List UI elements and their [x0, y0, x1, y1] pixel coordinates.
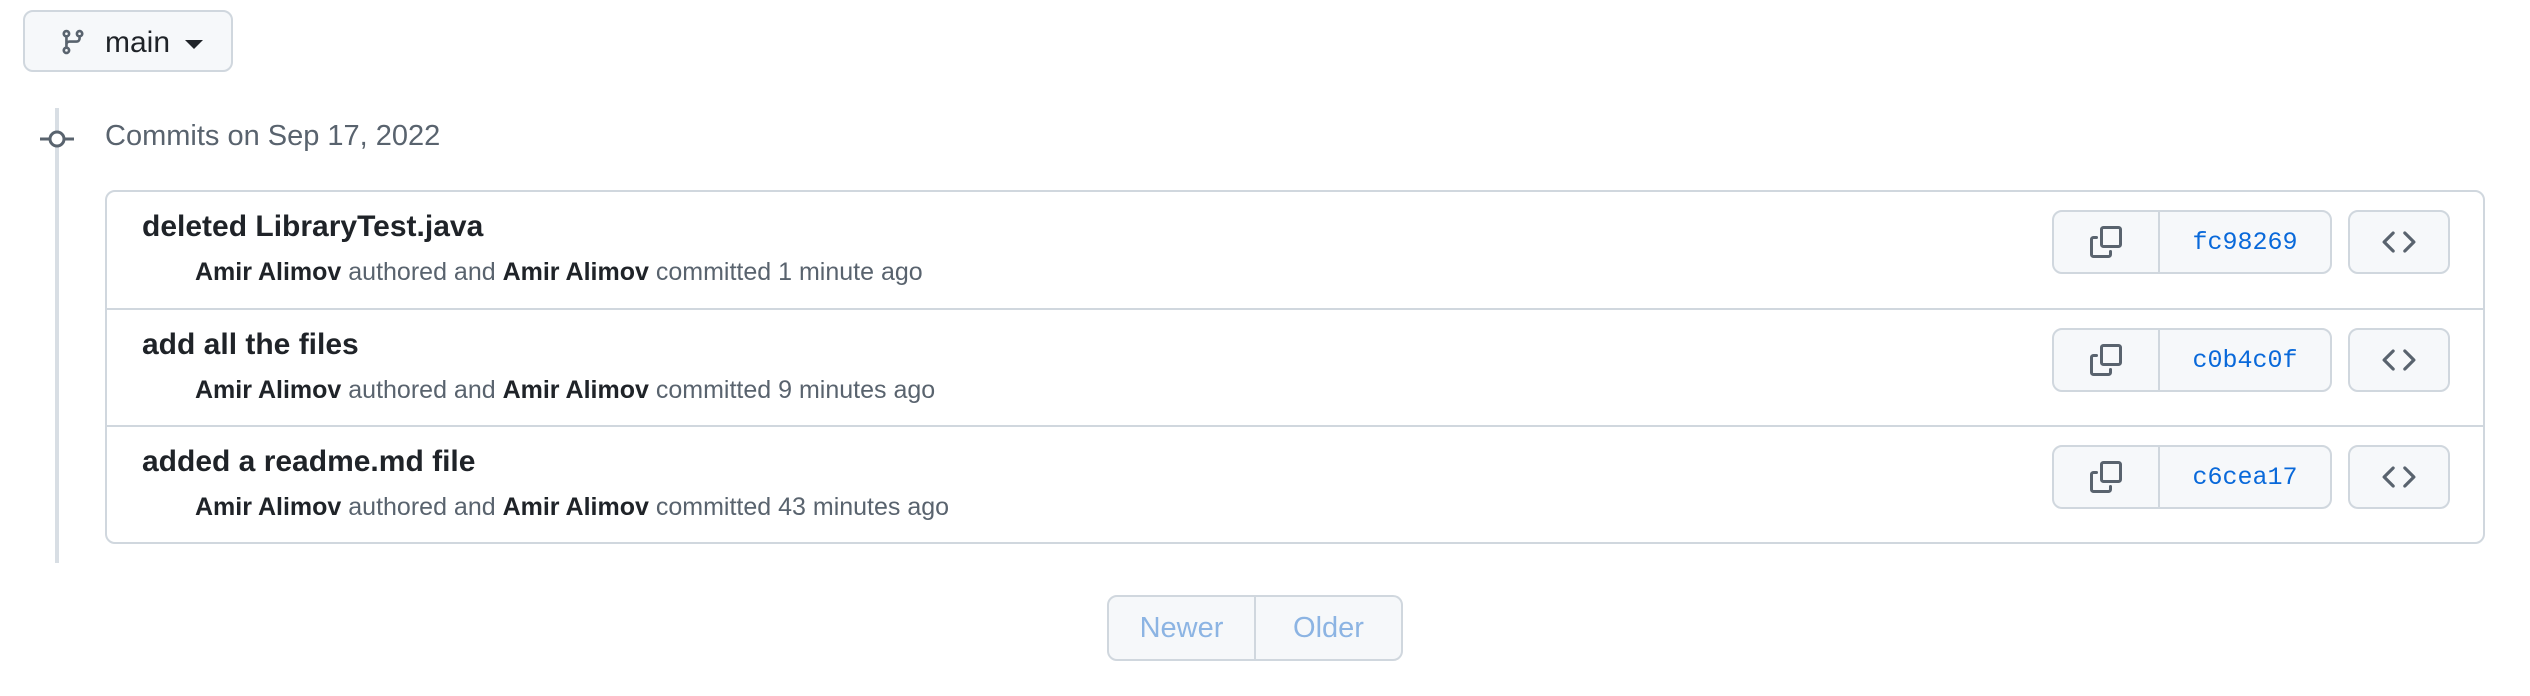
authored-text: authored and	[341, 258, 503, 286]
commit-sha-link[interactable]: fc98269	[2160, 212, 2330, 272]
commit-row: deleted LibraryTest.java Amir Alimov aut…	[107, 192, 2483, 309]
commit-meta: Amir Alimov authored and Amir Alimov com…	[195, 258, 923, 287]
code-icon	[2382, 231, 2416, 253]
commit-title-link[interactable]: add all the files	[142, 328, 359, 362]
authored-text: authored and	[341, 493, 503, 521]
committer-link[interactable]: Amir Alimov	[503, 376, 649, 404]
copy-icon	[2090, 344, 2122, 376]
newer-button[interactable]: Newer	[1109, 597, 1256, 659]
older-button[interactable]: Older	[1256, 597, 1401, 659]
commit-group-heading: Commits on Sep 17, 2022	[105, 120, 441, 152]
commit-title-link[interactable]: added a readme.md file	[142, 445, 475, 479]
commit-time: 43 minutes ago	[778, 493, 950, 521]
commit-meta: Amir Alimov authored and Amir Alimov com…	[195, 493, 949, 522]
commit-sha-link[interactable]: c6cea17	[2160, 447, 2330, 507]
author-link[interactable]: Amir Alimov	[195, 258, 341, 286]
copy-sha-button[interactable]	[2054, 447, 2160, 507]
branch-select-button[interactable]: main	[23, 10, 233, 72]
commit-title-link[interactable]: deleted LibraryTest.java	[142, 210, 483, 244]
author-link[interactable]: Amir Alimov	[195, 493, 341, 521]
copy-sha-button[interactable]	[2054, 212, 2160, 272]
commit-row: add all the files Amir Alimov authored a…	[107, 308, 2483, 425]
browse-repo-button[interactable]	[2348, 210, 2450, 274]
committer-link[interactable]: Amir Alimov	[503, 258, 649, 286]
code-icon	[2382, 349, 2416, 371]
branch-name: main	[105, 26, 171, 59]
timeline-line	[55, 108, 59, 563]
commit-row: added a readme.md file Amir Alimov autho…	[107, 425, 2483, 542]
browse-repo-button[interactable]	[2348, 445, 2450, 509]
committed-text: committed	[648, 376, 779, 404]
code-icon	[2382, 466, 2416, 488]
author-link[interactable]: Amir Alimov	[195, 376, 341, 404]
committed-text: committed	[648, 493, 779, 521]
committed-text: committed	[648, 258, 779, 286]
authored-text: authored and	[341, 376, 503, 404]
copy-sha-button[interactable]	[2054, 330, 2160, 390]
committer-link[interactable]: Amir Alimov	[503, 493, 649, 521]
pagination: Newer Older	[1107, 595, 1403, 661]
commit-time: 1 minute ago	[778, 258, 923, 286]
commit-sha-link[interactable]: c0b4c0f	[2160, 330, 2330, 390]
git-branch-icon	[62, 29, 84, 55]
copy-icon	[2090, 461, 2122, 493]
sha-button-group: c6cea17	[2052, 445, 2332, 509]
triangle-down-icon	[185, 40, 203, 49]
git-commit-icon	[40, 130, 74, 148]
commit-meta: Amir Alimov authored and Amir Alimov com…	[195, 376, 935, 405]
commit-time: 9 minutes ago	[778, 376, 936, 404]
sha-button-group: fc98269	[2052, 210, 2332, 274]
commit-list: deleted LibraryTest.java Amir Alimov aut…	[105, 190, 2485, 544]
copy-icon	[2090, 226, 2122, 258]
sha-button-group: c0b4c0f	[2052, 328, 2332, 392]
browse-repo-button[interactable]	[2348, 328, 2450, 392]
